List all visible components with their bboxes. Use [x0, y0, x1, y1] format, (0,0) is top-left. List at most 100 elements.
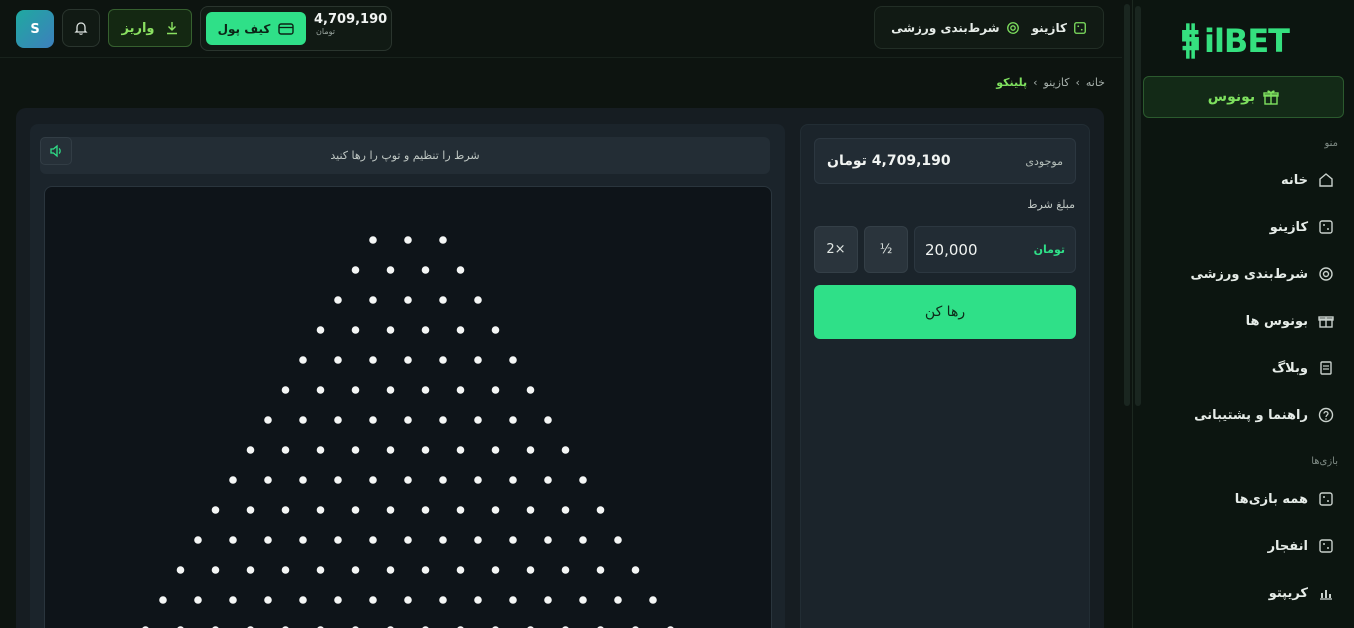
- wallet-label: کیف پول: [217, 21, 271, 36]
- peg: [456, 386, 465, 394]
- peg: [579, 536, 587, 544]
- peg: [334, 296, 342, 304]
- sidebar-item-bonuses[interactable]: بونوس ها: [1246, 307, 1334, 335]
- menu-section-label: منو: [1324, 138, 1338, 149]
- gift-icon: [1318, 313, 1334, 329]
- sidebar-item-help[interactable]: راهنما و پشتیبانی: [1194, 401, 1334, 429]
- sidebar-item-all-games[interactable]: همه بازی‌ها: [1235, 485, 1334, 513]
- peg: [159, 596, 167, 604]
- peg: [526, 566, 535, 574]
- avatar-letter: S: [30, 21, 40, 37]
- peg: [509, 356, 517, 364]
- wallet-button[interactable]: کیف پول: [206, 12, 306, 45]
- hint-bar: شرط را تنظیم و توپ را رها کنید: [40, 137, 770, 174]
- notifications-button[interactable]: [62, 9, 100, 47]
- peg: [369, 236, 377, 244]
- sidebar-item-label: کریپتو: [1268, 585, 1308, 601]
- sidebar-item-blog[interactable]: وبلاگ: [1272, 354, 1334, 382]
- sidebar-item-label: بونوس ها: [1245, 313, 1308, 329]
- peg: [474, 476, 482, 484]
- sidebar-item-casino[interactable]: کازینو: [1270, 213, 1334, 241]
- document-icon: [1318, 360, 1334, 376]
- balance-value: 4,709,190 تومان: [827, 153, 951, 169]
- sidebar-scrollbar[interactable]: [1135, 6, 1141, 406]
- peg: [456, 266, 465, 274]
- bonus-button[interactable]: بونوس: [1143, 76, 1344, 118]
- peg: [439, 416, 447, 424]
- peg: [316, 506, 325, 514]
- top-nav-sports[interactable]: شرط‌بندی ورزشی: [891, 21, 1019, 35]
- peg: [474, 416, 482, 424]
- peg: [544, 596, 552, 604]
- peg: [474, 296, 482, 304]
- target-icon: [1318, 266, 1334, 282]
- peg: [299, 476, 307, 484]
- hint-text: شرط را تنظیم و توپ را رها کنید: [330, 149, 480, 162]
- sidebar-item-home[interactable]: خانه: [1281, 166, 1334, 194]
- logo-text: ilBET: [1203, 22, 1290, 60]
- chart-icon: [1318, 585, 1334, 601]
- top-nav: کازینو شرط‌بندی ورزشی: [874, 6, 1104, 49]
- sidebar-item-label: راهنما و پشتیبانی: [1194, 407, 1308, 423]
- peg: [439, 236, 447, 244]
- plinko-card: شرط را تنظیم و توپ را رها کنید: [30, 124, 785, 628]
- peg: [526, 506, 535, 514]
- avatar[interactable]: S: [16, 10, 54, 48]
- peg: [299, 536, 307, 544]
- breadcrumb-home[interactable]: خانه: [1086, 76, 1105, 89]
- download-icon: [166, 22, 177, 35]
- peg: [264, 536, 272, 544]
- peg: [334, 536, 342, 544]
- peg: [614, 596, 622, 604]
- peg: [299, 356, 307, 364]
- bet-currency: تومان: [1033, 243, 1065, 256]
- peg: [211, 566, 220, 574]
- peg: [509, 476, 517, 484]
- peg: [351, 446, 360, 454]
- home-icon: [1318, 172, 1334, 188]
- sound-toggle-button[interactable]: [40, 137, 72, 165]
- peg: [246, 446, 255, 454]
- peg: [439, 296, 447, 304]
- peg: [421, 446, 430, 454]
- peg: [474, 356, 482, 364]
- peg: [386, 326, 395, 334]
- peg: [526, 386, 535, 394]
- speaker-icon: [50, 144, 61, 158]
- double-bet-button[interactable]: 2×: [814, 226, 858, 273]
- wallet-icon: [278, 22, 295, 35]
- peg: [386, 446, 395, 454]
- top-nav-label: کازینو: [1031, 20, 1067, 35]
- breadcrumb-casino[interactable]: کازینو: [1044, 76, 1070, 89]
- bet-amount-input[interactable]: تومان 20,000: [914, 226, 1076, 273]
- logo[interactable]: ilBET: [1179, 20, 1290, 62]
- balance-label: موجودی: [1025, 154, 1063, 168]
- sidebar-item-crash[interactable]: انفجار: [1268, 532, 1334, 560]
- balance-box: موجودی 4,709,190 تومان: [814, 138, 1076, 184]
- peg: [404, 596, 412, 604]
- sidebar-item-crypto[interactable]: کریپتو: [1269, 579, 1334, 607]
- peg: [649, 596, 657, 604]
- deposit-button[interactable]: واریز: [108, 9, 192, 47]
- breadcrumb: خانه › کازینو › پلینکو: [880, 76, 1105, 89]
- half-bet-button[interactable]: ½: [864, 226, 908, 273]
- peg: [264, 476, 272, 484]
- sidebar-item-label: انفجار: [1267, 538, 1308, 554]
- peg: [456, 506, 465, 514]
- peg: [404, 476, 412, 484]
- peg: [369, 596, 377, 604]
- peg: [334, 416, 342, 424]
- peg: [369, 536, 377, 544]
- peg: [229, 596, 237, 604]
- sidebar-item-sports[interactable]: شرط‌بندی ورزشی: [1191, 260, 1335, 288]
- peg: [316, 446, 325, 454]
- peg: [369, 476, 377, 484]
- sidebar-item-label: شرط‌بندی ورزشی: [1190, 266, 1309, 282]
- peg: [386, 266, 395, 274]
- main-scrollbar[interactable]: [1124, 4, 1130, 406]
- top-nav-casino[interactable]: کازینو: [1032, 21, 1087, 35]
- drop-ball-button[interactable]: رها کن: [814, 285, 1076, 339]
- peg: [474, 596, 482, 604]
- peg: [404, 416, 412, 424]
- bet-amount-label: مبلغ شرط: [1027, 198, 1075, 211]
